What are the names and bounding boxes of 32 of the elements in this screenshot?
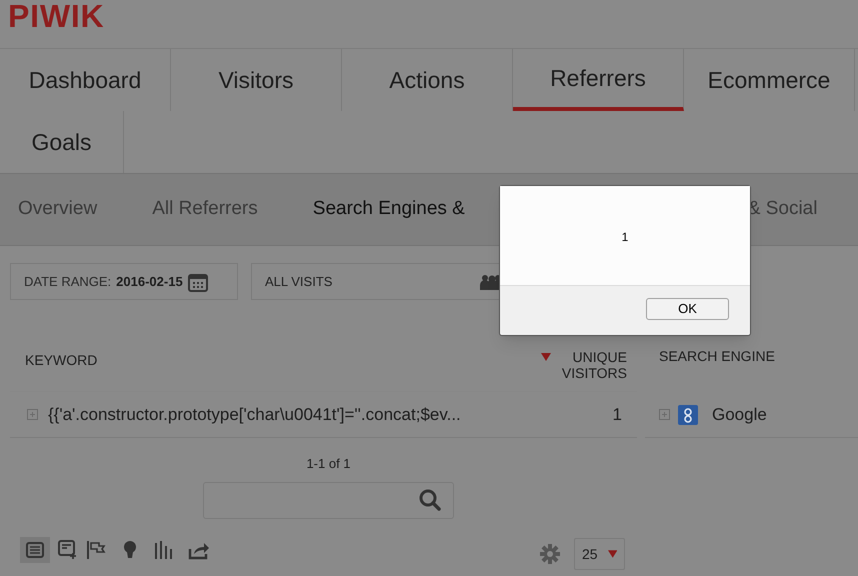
main-tab[interactable]: Dashboard <box>0 49 171 111</box>
alert-message: 1 <box>622 229 628 246</box>
share-icon[interactable] <box>188 540 210 560</box>
main-tab[interactable]: Actions <box>342 49 513 111</box>
table-cell-text: 1 <box>612 404 622 426</box>
ok-button[interactable]: OK <box>646 298 729 320</box>
limit-select[interactable]: 25 <box>574 538 625 570</box>
pagination-text: 1-1 of 1 <box>306 455 351 473</box>
column-header[interactable]: SEARCH ENGINE <box>659 346 775 366</box>
bar-chart-icon[interactable] <box>154 540 174 560</box>
main-tab[interactable]: Visitors <box>171 49 342 111</box>
lightbulb-icon[interactable] <box>122 540 138 560</box>
sort-icon <box>541 353 551 361</box>
column-header[interactable]: UNIQUE VISITORS <box>557 349 627 381</box>
flag-icon[interactable] <box>86 540 106 560</box>
date-range-selector[interactable]: DATE RANGE: 2016-02-15 <box>10 263 238 300</box>
column-header[interactable]: KEYWORD <box>10 350 541 381</box>
settings-icon[interactable] <box>540 544 560 564</box>
search-engine-logo-icon <box>678 404 698 424</box>
main-tab[interactable]: Ecommerce <box>684 49 855 111</box>
table-more-icon[interactable] <box>58 540 78 560</box>
dropdown-caret-icon <box>608 550 617 558</box>
calendar-icon <box>188 272 208 292</box>
table-cell-text: Google <box>712 404 767 426</box>
table-cell-text: {{'a'.constructor.prototype['char\u0041t']=''.concat;$ev... <box>48 404 462 426</box>
search-icon <box>419 489 441 511</box>
search-field[interactable] <box>203 482 454 518</box>
table-view-icon[interactable] <box>20 537 50 563</box>
sub-tab[interactable]: All Referrers <box>152 195 258 224</box>
logo: PIWIK <box>8 0 104 32</box>
sub-tab[interactable]: Overview <box>18 195 98 224</box>
main-tab[interactable]: Referrers <box>513 49 684 111</box>
